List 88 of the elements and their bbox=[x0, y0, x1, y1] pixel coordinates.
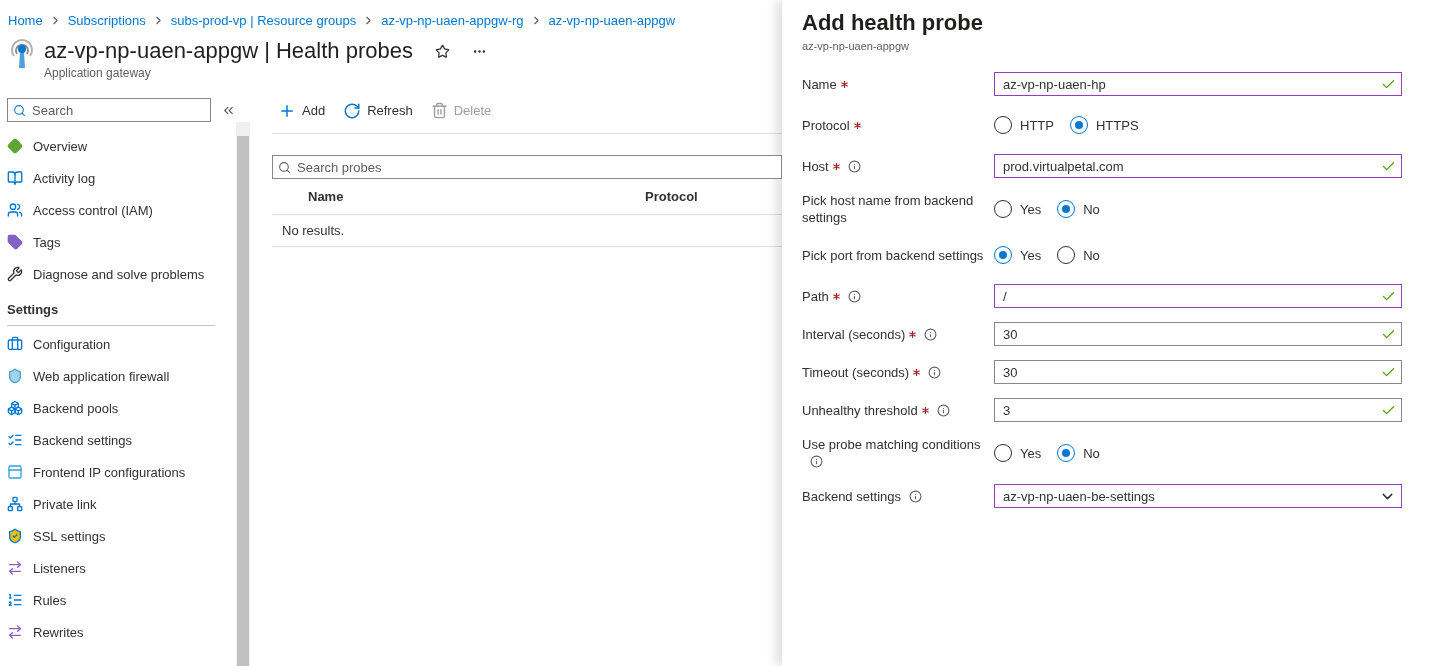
refresh-icon bbox=[343, 101, 362, 120]
sidebar-item[interactable]: Listeners bbox=[7, 552, 236, 584]
shield-icon bbox=[7, 368, 23, 384]
input-field[interactable]: prod.virtualpetal.com bbox=[994, 154, 1402, 178]
network-icon bbox=[7, 496, 23, 512]
empty-message: No results. bbox=[272, 215, 782, 247]
dropdown[interactable]: az-vp-np-uaen-be-settings bbox=[994, 484, 1402, 508]
field-label: Timeout (seconds) bbox=[802, 364, 910, 380]
boxes-icon bbox=[7, 400, 23, 416]
arrows-icon bbox=[7, 624, 23, 640]
sidebar-item[interactable]: Overview bbox=[7, 130, 236, 162]
sidebar-item[interactable]: Access control (IAM) bbox=[7, 194, 236, 226]
radio-option[interactable]: No bbox=[1057, 444, 1100, 462]
sidebar-item[interactable]: Backend settings bbox=[7, 424, 236, 456]
radio-option[interactable]: Yes bbox=[994, 246, 1042, 264]
favorite-button[interactable] bbox=[434, 44, 450, 59]
shield-check-icon bbox=[7, 528, 23, 544]
panel-title: Add health probe bbox=[802, 10, 984, 36]
scrollbar[interactable] bbox=[236, 122, 250, 666]
input-field[interactable]: / bbox=[994, 284, 1402, 308]
radio-option[interactable]: Yes bbox=[994, 444, 1042, 462]
info-icon[interactable] bbox=[810, 455, 823, 468]
refresh-button[interactable]: Refresh bbox=[343, 101, 413, 120]
radio-option[interactable]: HTTPS bbox=[1069, 116, 1139, 134]
info-icon[interactable] bbox=[847, 289, 861, 303]
page-title: az-vp-np-uaen-appgw | Health probes bbox=[44, 38, 413, 64]
info-icon[interactable] bbox=[936, 403, 950, 417]
sidebar-item[interactable]: Rewrites bbox=[7, 616, 236, 648]
input-field[interactable]: 30 bbox=[994, 360, 1402, 384]
checklist-icon bbox=[7, 432, 23, 448]
field-label: Unhealthy threshold bbox=[802, 402, 918, 418]
sidebar-item[interactable]: Frontend IP configurations bbox=[7, 456, 236, 488]
book-icon bbox=[7, 170, 23, 186]
briefcase-icon bbox=[7, 336, 23, 352]
info-icon[interactable] bbox=[909, 489, 922, 503]
window-icon bbox=[7, 464, 23, 480]
star-icon bbox=[434, 44, 450, 59]
radio-option[interactable]: No bbox=[1057, 200, 1100, 218]
diamond-icon bbox=[7, 138, 23, 154]
trash-icon bbox=[430, 102, 448, 119]
list-icon bbox=[7, 592, 23, 608]
sidebar-item[interactable]: Rules bbox=[7, 584, 236, 616]
sidebar-item[interactable]: Configuration bbox=[7, 328, 236, 360]
wrench-icon bbox=[7, 266, 23, 282]
field-label: Protocol bbox=[802, 117, 850, 133]
people-icon bbox=[7, 202, 23, 218]
sidebar-item[interactable]: Activity log bbox=[7, 162, 236, 194]
search-field[interactable]: Search probes bbox=[272, 155, 782, 179]
input-field[interactable]: 3 bbox=[994, 398, 1402, 422]
antenna-icon bbox=[8, 38, 36, 70]
field-label: Backend settings bbox=[802, 488, 901, 504]
field-label: Host bbox=[802, 158, 829, 174]
input-field[interactable]: 30 bbox=[994, 322, 1402, 346]
add-button[interactable]: Add bbox=[278, 101, 326, 120]
breadcrumb-link[interactable]: Home bbox=[8, 13, 43, 28]
breadcrumb-link[interactable]: az-vp-np-uaen-appgw-rg bbox=[381, 13, 524, 28]
column-header[interactable]: Name bbox=[308, 189, 645, 204]
resource-type: Application gateway bbox=[44, 66, 152, 80]
column-header[interactable]: Protocol bbox=[645, 189, 775, 204]
field-label: Path bbox=[802, 288, 829, 304]
search-icon bbox=[13, 103, 26, 117]
breadcrumb-link[interactable]: Subscriptions bbox=[67, 13, 146, 28]
field-label: Pick host name from backend settings bbox=[802, 193, 974, 225]
section-heading: Settings bbox=[7, 302, 215, 326]
sidebar-item[interactable]: SSL settings bbox=[7, 520, 236, 552]
sidebar-item[interactable]: Diagnose and solve problems bbox=[7, 258, 236, 290]
sidebar-item[interactable]: Web application firewall bbox=[7, 360, 236, 392]
arrows-icon bbox=[7, 560, 23, 576]
sidebar-item[interactable]: Backend pools bbox=[7, 392, 236, 424]
input-field[interactable]: az-vp-np-uaen-hp bbox=[994, 72, 1402, 96]
breadcrumb-link[interactable]: az-vp-np-uaen-appgw bbox=[548, 13, 676, 28]
tag-icon bbox=[7, 234, 23, 250]
radio-option[interactable]: No bbox=[1057, 246, 1100, 264]
panel-subtitle: az-vp-np-uaen-appgw bbox=[802, 40, 910, 52]
info-icon[interactable] bbox=[924, 327, 938, 341]
sidebar-item[interactable]: Tags bbox=[7, 226, 236, 258]
search-field[interactable]: Search bbox=[7, 98, 211, 122]
info-icon[interactable] bbox=[928, 365, 942, 379]
breadcrumb-link[interactable]: subs-prod-vp | Resource groups bbox=[170, 13, 357, 28]
field-label: Pick port from backend settings bbox=[802, 247, 984, 263]
field-label: Interval (seconds) bbox=[802, 326, 906, 342]
sidebar-item[interactable]: Private link bbox=[7, 488, 236, 520]
radio-option[interactable]: Yes bbox=[994, 200, 1042, 218]
field-label: Use probe matching conditions bbox=[802, 437, 981, 452]
info-icon[interactable] bbox=[847, 159, 861, 173]
search-icon bbox=[278, 160, 291, 174]
radio-option[interactable]: HTTP bbox=[994, 116, 1054, 134]
field-label: Name bbox=[802, 76, 837, 92]
